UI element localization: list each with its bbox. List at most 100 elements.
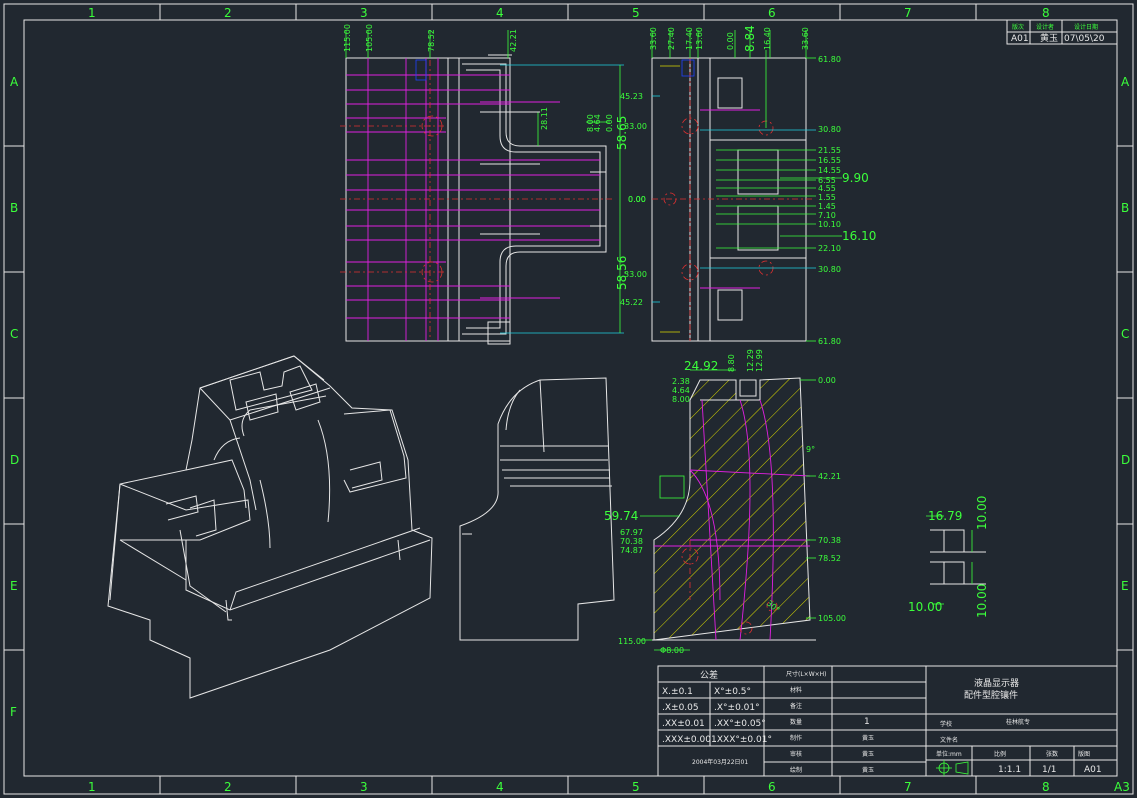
- sv-left-2: 33.00: [624, 122, 647, 131]
- profile-view: [459, 377, 615, 641]
- sec-top-1: 24.92: [684, 359, 718, 373]
- scale-label: 比例: [994, 750, 1006, 758]
- zone-col-7-bottom: 7: [904, 780, 912, 794]
- sv-top-8: 33.60: [801, 27, 810, 50]
- zone-col-2-bottom: 2: [224, 780, 232, 794]
- zone-labels: 1 1 2 2 3 3 4 4 5 5 6 6 7 7 8 8 A A B B C C D D E E F: [10, 6, 1130, 794]
- scale-value: 1:1.1: [998, 765, 1021, 775]
- sv-top-5: 0.00: [726, 32, 735, 50]
- row-value-made: 黄玉: [862, 734, 874, 742]
- row-label-made: 制作: [790, 734, 802, 742]
- tolerance-title: 公差: [700, 669, 718, 681]
- sec-b-1: 115.00: [618, 637, 646, 646]
- sv-r-10: 7.10: [818, 211, 836, 220]
- zone-col-6-top: 6: [768, 6, 776, 20]
- zone-row-D-left: D: [10, 453, 19, 467]
- dim-4221: 42.21: [509, 29, 518, 52]
- sv-r-5: 14.55: [818, 166, 841, 175]
- zone-col-1-top: 1: [88, 6, 96, 20]
- rev-value-2: 黄玉: [1040, 32, 1058, 44]
- zone-col-4-top: 4: [496, 6, 504, 20]
- inner-border: [23, 19, 1118, 777]
- sec-top-4: 12.99: [755, 349, 764, 372]
- dim-7852: 78.52: [427, 29, 436, 52]
- rev-header-3: 设计日期: [1074, 23, 1098, 31]
- sv-top-6: 8.84: [743, 25, 757, 52]
- row-value-draw: 黄玉: [862, 766, 874, 774]
- zone-row-B-left: B: [10, 201, 18, 215]
- tol-2-b: .X°±0.01°: [714, 703, 760, 713]
- isometric-view: [107, 355, 433, 699]
- title-block: 公差 X.±0.1 X°±0.5° .X±0.05 .X°±0.01° .XX±…: [657, 665, 1118, 777]
- version-label: 版图: [1078, 750, 1090, 758]
- tol-3-b: .XX°±0.05°: [714, 719, 766, 729]
- sheets-value: 1/1: [1042, 765, 1056, 775]
- sv-left-5: 45.22: [620, 298, 643, 307]
- dim-5865: 58.65: [615, 116, 629, 150]
- zone-row-B-right: B: [1121, 201, 1129, 215]
- sv-left-3: 0.00: [628, 195, 646, 204]
- sv-top-4: 13.60: [695, 27, 704, 50]
- sheet-size-label: A3: [1114, 780, 1130, 794]
- sv-left-4: 33.00: [624, 270, 647, 279]
- outer-border: [3, 3, 1134, 795]
- side-view: [651, 30, 842, 342]
- sec-top-3: 12.29: [746, 349, 755, 372]
- zone-col-6-bottom: 6: [768, 780, 776, 794]
- detail-dim-2: 10.00: [975, 496, 989, 530]
- dim-105: 105.00: [365, 24, 374, 52]
- sv-r-3: 21.55: [818, 146, 841, 155]
- top-view: [340, 30, 624, 345]
- sec-r-1: 0.00: [818, 376, 836, 385]
- detail-dim-1: 16.79: [928, 509, 962, 523]
- zone-row-C-left: C: [10, 327, 18, 341]
- drawing-date: 2004年03月22日01: [692, 758, 748, 766]
- tol-1-b: X°±0.5°: [714, 687, 751, 697]
- sv-r-11: 10.10: [818, 220, 841, 229]
- sec-l-1: 59.74: [604, 509, 638, 523]
- sec-r-3: 70.38: [818, 536, 841, 545]
- zone-row-E-right: E: [1121, 579, 1129, 593]
- row-label-notes: 备注: [790, 702, 802, 710]
- zone-row-C-right: C: [1121, 327, 1129, 341]
- sv-r-2: 30.80: [818, 125, 841, 134]
- tol-2-a: .X±0.05: [662, 703, 699, 713]
- row-label-material: 材料: [790, 686, 802, 694]
- sv-left-1: 45.23: [620, 92, 643, 101]
- sv-big-1: 9.90: [842, 171, 869, 185]
- sv-r-13: 30.80: [818, 265, 841, 274]
- school-label: 学校: [940, 720, 952, 728]
- sv-r-7: 4.55: [818, 184, 836, 193]
- drawing-title-2: 配件型腔镶件: [964, 689, 1018, 701]
- zone-col-4-bottom: 4: [496, 780, 504, 794]
- side-view-dims: 33.60 27.40 17.40 13.60 0.00 8.84 16.40 …: [620, 25, 876, 346]
- zone-ticks: [4, 4, 1133, 794]
- detail-dim-3: 10.00: [908, 600, 942, 614]
- tol-1-a: X.±0.1: [662, 687, 693, 697]
- sec-l-3: 70.38: [620, 537, 643, 546]
- tol-4-b: .XXX°±0.01°: [714, 735, 772, 745]
- sv-r-12: 22.10: [818, 244, 841, 253]
- section-view: [640, 369, 816, 651]
- unit-label: 单位:mm: [936, 750, 962, 758]
- projection-symbol-icon: [936, 760, 969, 776]
- sec-angle: 9°: [806, 445, 815, 454]
- zone-col-1-bottom: 1: [88, 780, 96, 794]
- row-label-size: 尺寸(L×W×H): [786, 670, 827, 678]
- zone-col-3-bottom: 3: [360, 780, 368, 794]
- zone-row-F-left: F: [10, 705, 17, 719]
- row-label-review: 审核: [790, 750, 802, 758]
- cad-drawing-canvas: 1 1 2 2 3 3 4 4 5 5 6 6 7 7 8 8 A A B B C C D D E E F 版次 设计者 设计日期 …: [3, 3, 1134, 795]
- sec-r-5: 105.00: [818, 614, 846, 623]
- sv-big-2: 16.10: [842, 229, 876, 243]
- sec-top-2: 8.80: [727, 354, 736, 372]
- sec-r-4: 78.52: [818, 554, 841, 563]
- zone-col-5-top: 5: [632, 6, 640, 20]
- sv-r-4: 16.55: [818, 156, 841, 165]
- zone-col-8-top: 8: [1042, 6, 1050, 20]
- sv-top-1: 33.60: [649, 27, 658, 50]
- detail-dim-4: 10.00: [975, 584, 989, 618]
- zone-row-E-left: E: [10, 579, 18, 593]
- zone-col-7-top: 7: [904, 6, 912, 20]
- sv-r-14: 61.80: [818, 337, 841, 346]
